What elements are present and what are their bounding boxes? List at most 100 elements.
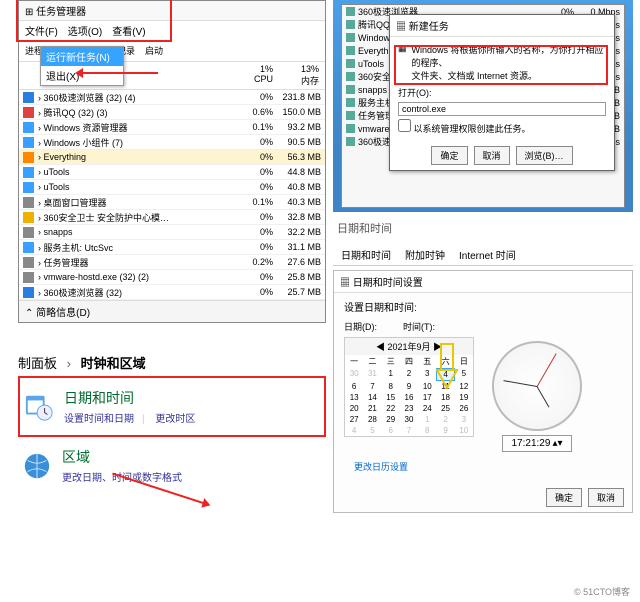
table-row[interactable]: › 腾讯QQ (32) (3)0.6%150.0 MB (19, 105, 325, 120)
cal-day[interactable]: 2 (436, 414, 454, 425)
cal-day[interactable]: 22 (382, 403, 400, 414)
highlight-box-2 (394, 45, 608, 85)
run-input[interactable] (398, 102, 606, 116)
cal-day[interactable]: 5 (363, 425, 381, 436)
cal-day[interactable]: 6 (345, 381, 363, 392)
open-label: 打开(O): (398, 88, 432, 98)
cal-day[interactable]: 1 (382, 368, 400, 381)
app-icon (346, 59, 355, 68)
table-row[interactable]: › Windows 小组件 (7)0%90.5 MB (19, 135, 325, 150)
table-row[interactable]: › uTools0%40.8 MB (19, 180, 325, 195)
cal-day[interactable]: 23 (400, 403, 418, 414)
table-row[interactable]: › 任务管理器0.2%27.6 MB (19, 255, 325, 270)
app-icon (23, 242, 34, 253)
cal-day[interactable]: 24 (418, 403, 436, 414)
cal-day[interactable]: 8 (382, 381, 400, 392)
cal-day[interactable]: 16 (400, 392, 418, 403)
app-icon (23, 137, 34, 148)
app-icon (346, 124, 355, 133)
cal-day[interactable]: 20 (345, 403, 363, 414)
cp-dt-sub1[interactable]: 设置时间和日期 (64, 414, 134, 425)
ok-button[interactable]: 确定 (431, 146, 467, 165)
cal-day[interactable]: 31 (363, 368, 381, 381)
cancel-button[interactable]: 取消 (474, 146, 510, 165)
tab-internet-time[interactable]: Internet 时间 (459, 247, 516, 262)
table-row[interactable]: › 服务主机: UtcSvc0%31.1 MB (19, 240, 325, 255)
highlight-box (16, 0, 172, 42)
cal-day[interactable]: 18 (436, 392, 454, 403)
cp-datetime[interactable]: 日期和时间 设置时间和日期| 更改时区 (20, 378, 324, 435)
tab-startup[interactable]: 启动 (145, 44, 163, 57)
file-dropdown: 运行新任务(N) 退出(X) (40, 46, 124, 86)
globe-icon (22, 451, 52, 481)
admin-checkbox[interactable] (398, 119, 411, 132)
breadcrumb: 制面板 › 时钟和区域 (18, 349, 326, 376)
dt-cancel-button[interactable]: 取消 (588, 488, 624, 507)
process-list: › 360极速浏览器 (32) (4)0%231.8 MB› 腾讯QQ (32)… (19, 90, 325, 300)
table-row[interactable]: › Windows 资源管理器0.1%93.2 MB (19, 120, 325, 135)
app-icon (346, 137, 355, 146)
yellow-arrow-annotation (432, 342, 462, 392)
time-input[interactable]: 17:21:29▴▾ (502, 435, 572, 452)
table-row[interactable]: › Everything0%56.3 MB (19, 150, 325, 165)
cal-day[interactable]: 7 (363, 381, 381, 392)
cal-prev[interactable]: ◀ (376, 342, 385, 352)
cp-rg-title: 区域 (62, 447, 190, 467)
spinner-icon[interactable]: ▴▾ (552, 438, 562, 449)
cal-day[interactable]: 17 (418, 392, 436, 403)
cal-day[interactable]: 2 (400, 368, 418, 381)
cal-day[interactable]: 30 (400, 414, 418, 425)
table-row[interactable]: › vmware-hostd.exe (32) (2)0%25.8 MB (19, 270, 325, 285)
cal-day[interactable]: 21 (363, 403, 381, 414)
dt-ok-button[interactable]: 确定 (546, 488, 582, 507)
cal-day[interactable]: 7 (400, 425, 418, 436)
table-row[interactable]: › uTools0%44.8 MB (19, 165, 325, 180)
app-icon (23, 227, 34, 238)
table-row[interactable]: › 360极速浏览器 (32) (4)0%231.8 MB (19, 90, 325, 105)
browse-button[interactable]: 浏览(B)… (516, 146, 573, 165)
app-icon (346, 85, 355, 94)
cal-day[interactable]: 15 (382, 392, 400, 403)
cal-day[interactable]: 13 (345, 392, 363, 403)
breadcrumb-b[interactable]: 时钟和区域 (81, 356, 146, 371)
cp-region[interactable]: 区域 更改日期、时间或数字格式 (18, 437, 326, 494)
table-row[interactable]: › 360极速浏览器 (32)0%25.7 MB (19, 285, 325, 300)
app-icon (346, 98, 355, 107)
cal-day[interactable]: 6 (382, 425, 400, 436)
menu-run-new-task[interactable]: 运行新任务(N) (41, 47, 123, 66)
app-icon (23, 92, 34, 103)
app-icon (23, 212, 34, 223)
tab-datetime[interactable]: 日期和时间 (341, 247, 391, 262)
cal-day[interactable]: 29 (382, 414, 400, 425)
cal-day[interactable]: 1 (418, 414, 436, 425)
cal-dow: 四 (400, 355, 418, 368)
cp-dt-sub2[interactable]: 更改时区 (155, 414, 195, 425)
cal-day[interactable]: 27 (345, 414, 363, 425)
cal-day[interactable]: 10 (455, 425, 473, 436)
cal-day[interactable]: 28 (363, 414, 381, 425)
cp-highlight: 日期和时间 设置时间和日期| 更改时区 (18, 376, 326, 437)
app-icon (23, 182, 34, 193)
app-icon (346, 72, 355, 81)
cal-day[interactable]: 3 (455, 414, 473, 425)
red-arrow-annotation (78, 72, 158, 74)
footer-link[interactable]: ⌃ 简略信息(D) (19, 300, 325, 322)
cal-title: 2021年9月 (387, 342, 430, 352)
cal-day[interactable]: 8 (418, 425, 436, 436)
cal-dow: 二 (363, 355, 381, 368)
cal-day[interactable]: 9 (400, 381, 418, 392)
tab-additional-clocks[interactable]: 附加时钟 (405, 247, 445, 262)
table-row[interactable]: › snapps0%32.2 MB (19, 225, 325, 240)
cal-day[interactable]: 30 (345, 368, 363, 381)
breadcrumb-a[interactable]: 制面板 (18, 356, 57, 371)
cal-day[interactable]: 14 (363, 392, 381, 403)
change-calendar-link[interactable]: 更改日历设置 (344, 456, 622, 477)
cal-day[interactable]: 19 (455, 392, 473, 403)
table-row[interactable]: › 360安全卫士 安全防护中心模…0%32.8 MB (19, 210, 325, 225)
cal-day[interactable]: 25 (436, 403, 454, 414)
table-row[interactable]: › 桌面窗口管理器0.1%40.3 MB (19, 195, 325, 210)
datetime-settings-window: ▦ 日期和时间设置 设置日期和时间: 日期(D): 时间(T): ◀ 2021年… (333, 270, 633, 513)
cal-day[interactable]: 4 (345, 425, 363, 436)
cal-day[interactable]: 9 (436, 425, 454, 436)
cal-day[interactable]: 26 (455, 403, 473, 414)
